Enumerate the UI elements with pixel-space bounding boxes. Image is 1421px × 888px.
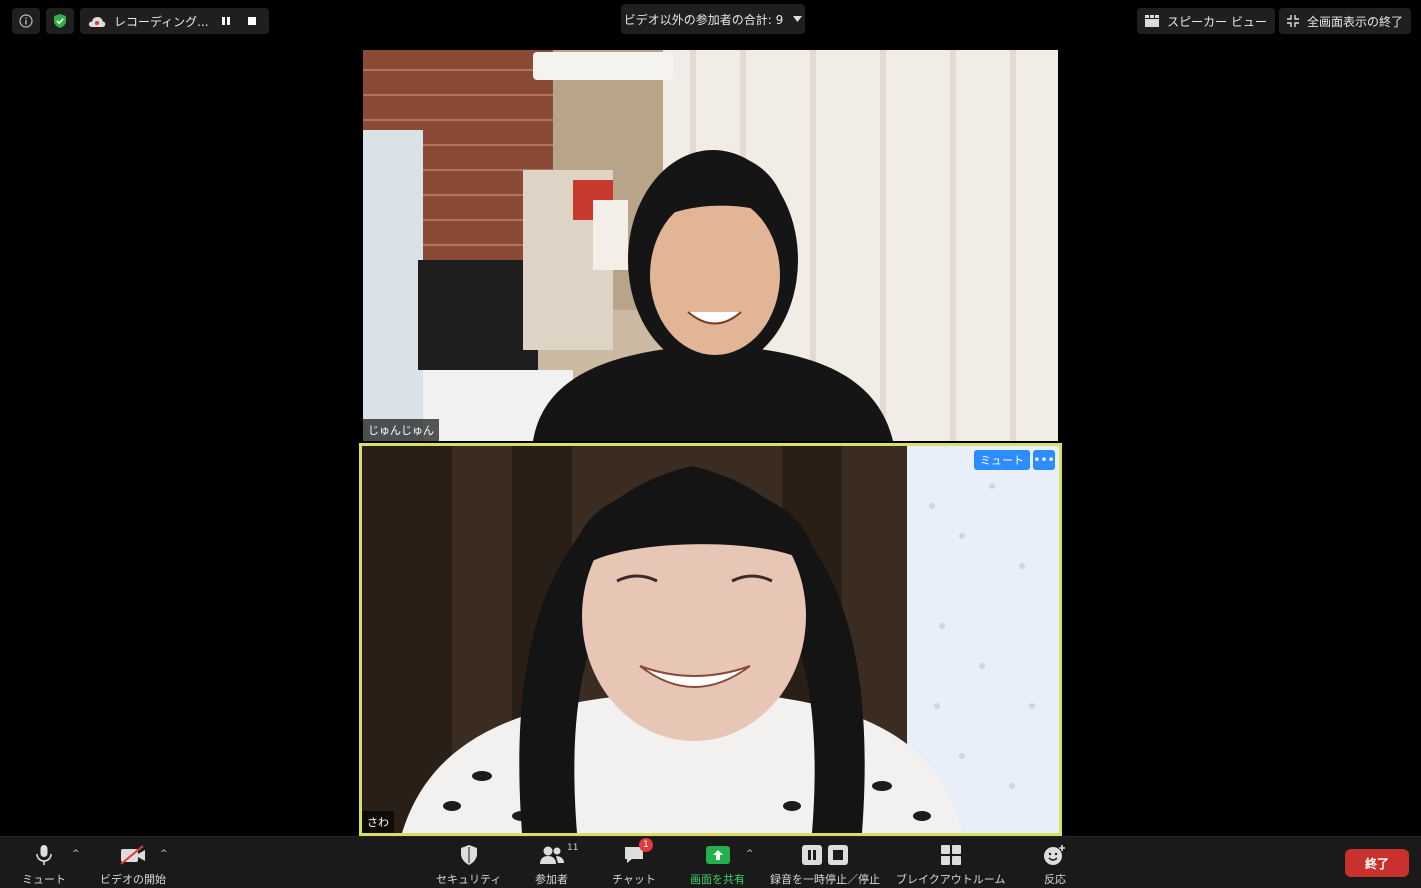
participant-name-tag: さわ [362, 811, 394, 833]
video-tile-active-speaker[interactable]: ミュート ••• さわ [359, 443, 1062, 836]
exit-fullscreen-icon [1286, 15, 1299, 27]
share-screen-label: 画面を共有 [690, 873, 745, 886]
participant-count-dropdown[interactable]: ビデオ以外の参加者の合計: 9 [621, 4, 805, 34]
participants-icon: 11 [539, 843, 579, 867]
video-off-icon [119, 843, 147, 867]
speaker-view-label: スピーカー ビュー [1167, 14, 1267, 29]
chat-button[interactable]: 1 チャット [612, 838, 656, 887]
stop-recording-button[interactable] [243, 12, 261, 30]
top-left-controls: レコーディング... [12, 8, 269, 34]
recording-control-button[interactable]: 録音を一時停止／停止 [770, 843, 880, 887]
participants-count: 11 [567, 843, 579, 853]
end-meeting-button[interactable]: 終了 [1345, 849, 1409, 877]
recording-label: レコーディング... [114, 14, 209, 29]
share-options-caret[interactable]: ^ [746, 849, 754, 859]
reactions-label: 反応 [1044, 873, 1066, 886]
recording-control-label: 録音を一時停止／停止 [770, 873, 880, 886]
participant-mute-button[interactable]: ミュート [974, 450, 1030, 470]
recording-indicator: レコーディング... [80, 8, 269, 34]
pause-icon [221, 17, 230, 25]
meeting-toolbar: ミュート ^ ビデオの開始 ^ セキュリティ 11 参加者 1 チャット 画面を… [0, 836, 1421, 888]
info-icon [19, 14, 33, 28]
tile-actions: ミュート ••• [974, 450, 1055, 470]
chevron-down-icon [793, 16, 803, 22]
security-button[interactable]: セキュリティ [436, 843, 501, 887]
video-options-caret[interactable]: ^ [160, 849, 168, 859]
share-screen-icon [705, 846, 730, 864]
microphone-icon [35, 843, 53, 867]
security-label: セキュリティ [436, 873, 502, 886]
mute-button[interactable]: ミュート [22, 843, 66, 887]
share-screen-icon-wrap [705, 843, 730, 867]
start-video-button[interactable]: ビデオの開始 [100, 843, 166, 887]
participants-button[interactable]: 11 参加者 [535, 843, 579, 887]
start-video-label: ビデオの開始 [100, 873, 166, 886]
speaker-view-button[interactable]: スピーカー ビュー [1137, 8, 1275, 34]
pause-icon [802, 845, 822, 865]
shield-icon [459, 843, 479, 867]
exit-fullscreen-label: 全画面表示の終了 [1306, 14, 1403, 29]
video-feed [363, 50, 1058, 441]
chat-label: チャット [612, 873, 656, 886]
smiley-plus-icon [1043, 843, 1067, 867]
share-screen-button[interactable]: 画面を共有 [690, 843, 745, 887]
recording-control-icons [802, 843, 848, 867]
breakout-rooms-icon [940, 843, 962, 867]
participant-count-label: ビデオ以外の参加者の合計: 9 [623, 12, 784, 27]
video-tile-participant-1[interactable]: じゅんじゅん [363, 50, 1058, 441]
chat-bubble-icon: 1 [623, 838, 653, 867]
shield-check-icon [54, 14, 66, 28]
stop-icon [828, 845, 848, 865]
breakout-rooms-button[interactable]: ブレイクアウトルーム [896, 843, 1005, 887]
participants-label: 参加者 [535, 873, 568, 886]
pause-recording-button[interactable] [217, 12, 235, 30]
cloud-record-icon [88, 16, 106, 27]
video-feed [362, 446, 1059, 833]
breakout-rooms-label: ブレイクアウトルーム [896, 873, 1006, 886]
audio-options-caret[interactable]: ^ [72, 849, 80, 859]
meeting-info-button[interactable] [12, 8, 40, 34]
more-options-button[interactable]: ••• [1033, 450, 1055, 470]
encryption-button[interactable] [46, 8, 74, 34]
exit-fullscreen-button[interactable]: 全画面表示の終了 [1278, 8, 1411, 34]
chat-unread-badge: 1 [638, 838, 653, 852]
reactions-button[interactable]: 反応 [1043, 843, 1067, 887]
mute-label: ミュート [22, 873, 66, 886]
top-right-controls: スピーカー ビュー 全画面表示の終了 [1137, 8, 1411, 34]
participant-name-tag: じゅんじゅん [363, 419, 439, 441]
stop-icon [247, 17, 256, 25]
speaker-view-icon [1145, 15, 1160, 27]
